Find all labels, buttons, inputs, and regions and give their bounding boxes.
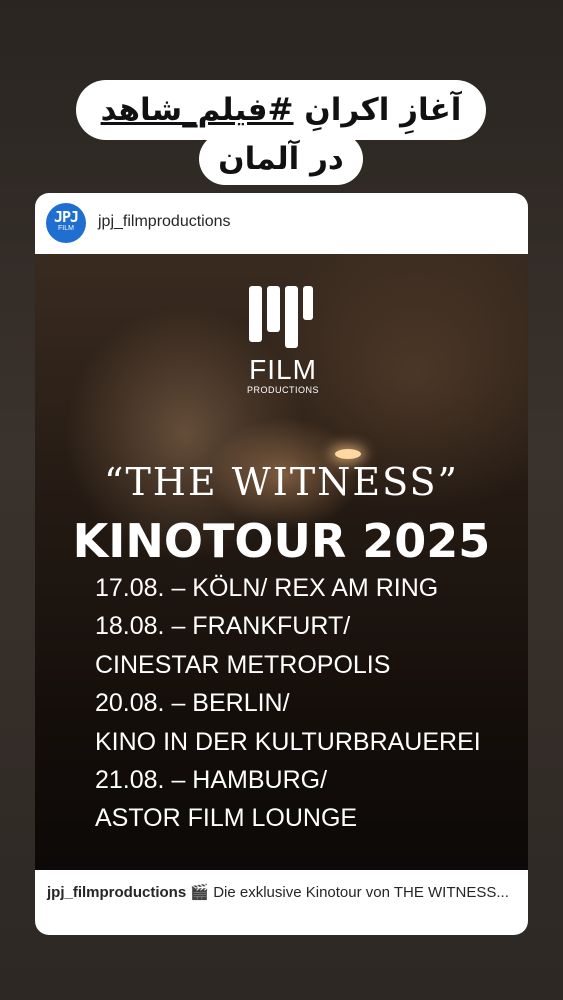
logo-productions-text: PRODUCTIONS [246,385,319,395]
date-list: 17.08. – KÖLN/ REX AM RING 18.08. – FRAN… [95,569,525,838]
post-card[interactable]: JPJ FILM jpj_filmproductions FILM PRODUC… [35,193,528,935]
caption-username[interactable]: jpj_filmproductions [47,884,186,901]
post-caption[interactable]: jpj_filmproductions 🎬 Die exklusive Kino… [47,883,517,903]
jpj-logo-mark [247,284,317,352]
date-line: ASTOR FILM LOUNGE [95,804,358,833]
hashtag-link[interactable]: #فیلم_شاهد [101,92,294,128]
tour-title: KINOTOUR 2025 [72,514,491,568]
date-line: 18.08. – FRANKFURT/ [95,612,351,641]
caption-text: Die exklusive Kinotour von THE WITNESS..… [209,884,509,901]
avatar-sub-text: FILM [58,225,74,232]
cigarette-glow [335,449,361,459]
story-title-line2: در آلمان [199,133,363,185]
post-image[interactable]: FILM PRODUCTIONS “THE WITNESS” KINOTOUR … [35,254,528,870]
avatar-logo-text: JPJ [53,208,79,226]
story-title-line1: آغازِ اکرانِ #فیلم_شاهد [76,80,486,140]
avatar[interactable]: JPJ FILM [46,203,86,243]
film-title: “THE WITNESS” [104,460,459,504]
clapper-board-icon: 🎬 [190,884,210,901]
logo-film-text: FILM [249,354,317,385]
date-line: KINO IN DER KULTURBRAUEREI [95,727,481,756]
date-line: CINESTAR METROPOLIS [95,650,391,679]
date-line: 21.08. – HAMBURG/ [95,765,328,794]
post-header: JPJ FILM jpj_filmproductions [35,193,528,253]
username-link[interactable]: jpj_filmproductions [98,213,231,231]
date-line: 17.08. – KÖLN/ REX AM RING [95,574,439,602]
date-line: 20.08. – BERLIN/ [95,689,290,718]
title-prefix: آغازِ اکرانِ [293,92,462,128]
